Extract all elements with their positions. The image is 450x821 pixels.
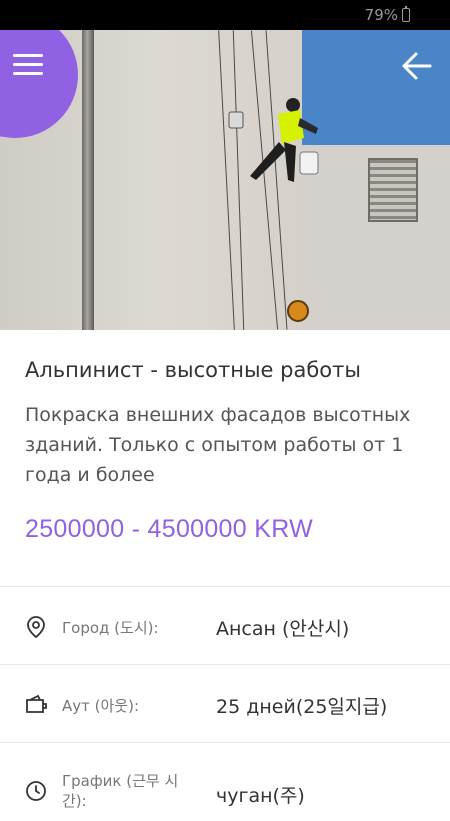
out-value: 25 дней(25일지급)	[216, 696, 388, 718]
arrow-left-icon	[402, 52, 432, 80]
city-value: Ансан (안산시)	[216, 618, 350, 640]
salary-range: 2500000 - 4500000 KRW	[25, 515, 313, 543]
out-label: Аут (아웃):	[62, 697, 140, 715]
battery-percentage: 79%	[364, 6, 398, 24]
detail-row-out: Аут (아웃): 25 дней(25일지급)	[0, 664, 450, 743]
battery-icon	[402, 6, 410, 22]
detail-row-city: Город (도시): Ансан (안산시)	[0, 586, 450, 665]
clock-icon	[26, 781, 46, 801]
schedule-label: График (근무 시간):	[62, 772, 179, 810]
status-bar: 79%	[0, 0, 450, 30]
detail-row-schedule: График (근무 시간): чуган(주)	[0, 742, 450, 821]
job-description: Покраска внешних фасадов высотных зданий…	[25, 404, 411, 486]
hero-image	[0, 30, 450, 330]
hamburger-icon	[13, 54, 43, 76]
location-pin-icon	[27, 616, 45, 639]
schedule-value: чуган(주)	[216, 785, 305, 807]
wallet-icon	[26, 694, 47, 713]
back-button[interactable]	[398, 48, 438, 84]
city-label: Город (도시):	[62, 619, 159, 637]
job-title: Альпинист - высотные работы	[25, 358, 361, 382]
